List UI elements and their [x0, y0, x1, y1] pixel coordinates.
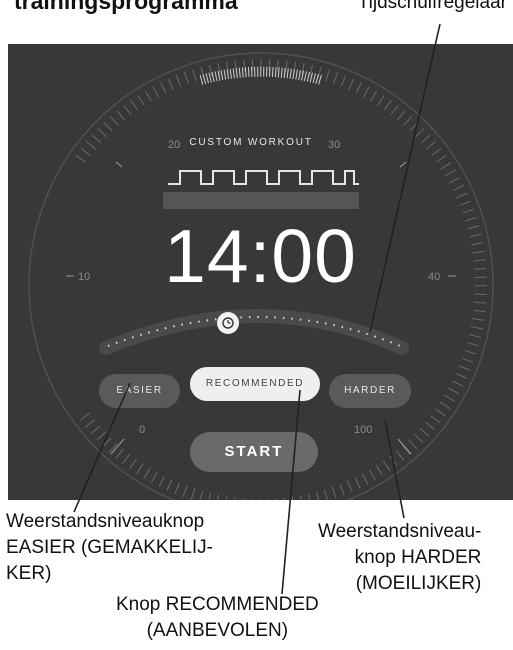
dial-label-40: 40	[428, 271, 441, 283]
time-slider-track	[99, 309, 409, 355]
page-heading: trainingsprogramma	[14, 0, 238, 14]
callout-recommended-button: Knop RECOMMENDED (AANBEVOLEN)	[116, 594, 319, 641]
recommended-button[interactable]: RECOMMENDED	[190, 367, 320, 401]
start-button[interactable]: START	[190, 432, 318, 472]
dial-label-20: 20	[168, 139, 181, 151]
dial-label-100: 100	[354, 424, 373, 436]
workout-profile-line	[168, 170, 359, 185]
dial-label-30: 30	[328, 139, 341, 151]
dial-label-0: 0	[139, 424, 146, 436]
callout-easier-button: Weerstandsniveauknop EASIER (GEMAKKELIJ-…	[6, 511, 213, 584]
harder-button[interactable]: HARDER	[329, 374, 411, 408]
dial-label-10: 10	[78, 271, 91, 283]
workout-title: CUSTOM WORKOUT	[189, 137, 313, 148]
workout-timer: 14:00	[164, 214, 357, 298]
callout-time-slider: Tijdschuifregelaar	[357, 0, 507, 13]
workout-screen: CUSTOM WORKOUT 14:00 20 30 10 40 0 100 E…	[8, 44, 513, 500]
easier-button[interactable]: EASIER	[99, 374, 180, 408]
workout-profile-bar	[163, 192, 359, 209]
callout-harder-button: Weerstandsniveau- knop HARDER (MOEILIJKE…	[318, 521, 482, 594]
